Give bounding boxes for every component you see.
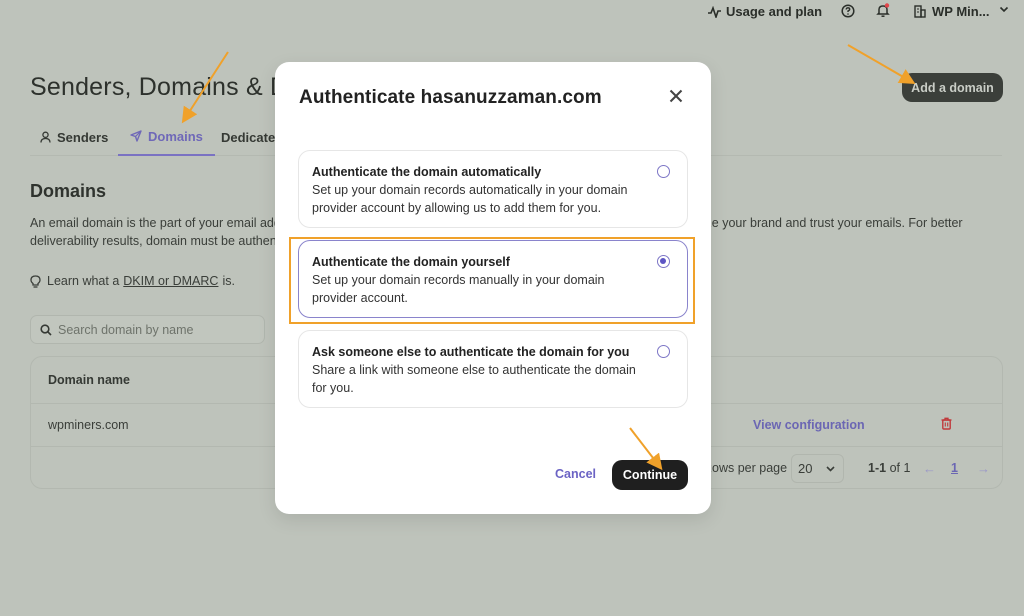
radio-button-checked[interactable]	[657, 255, 670, 268]
lightbulb-icon	[30, 274, 41, 288]
cancel-button[interactable]: Cancel	[555, 467, 596, 481]
tab-domains[interactable]: Domains	[118, 118, 215, 156]
learn-suffix: is.	[222, 274, 235, 288]
column-header-domain-name: Domain name	[48, 373, 130, 387]
chevron-down-icon	[999, 6, 1009, 13]
tab-senders[interactable]: Senders	[40, 118, 108, 156]
usage-and-plan-link[interactable]: Usage and plan	[708, 4, 822, 19]
add-domain-button[interactable]: Add a domain	[902, 73, 1003, 102]
continue-button[interactable]: Continue	[612, 460, 688, 490]
organization-name: WP Min...	[932, 4, 990, 19]
option-description: Set up your domain records automatically…	[312, 183, 628, 215]
send-icon	[130, 130, 142, 142]
user-icon	[40, 131, 51, 143]
range-suffix: of 1	[889, 461, 911, 475]
close-icon	[669, 89, 683, 102]
authenticate-domain-modal: Authenticate hasanuzzaman.com Authentica…	[275, 62, 711, 514]
dkim-dmarc-link[interactable]: DKIM or DMARC	[123, 274, 218, 288]
option-title: Ask someone else to authenticate the dom…	[312, 345, 630, 359]
trash-icon	[941, 417, 952, 430]
modal-title: Authenticate hasanuzzaman.com	[299, 87, 602, 108]
tab-domains-label: Domains	[148, 128, 203, 144]
help-button[interactable]	[841, 4, 855, 18]
option-title: Authenticate the domain yourself	[312, 255, 510, 269]
radio-button[interactable]	[657, 165, 670, 178]
next-page-button[interactable]: →	[977, 461, 990, 476]
previous-page-button[interactable]: ←	[923, 461, 936, 476]
search-icon	[40, 323, 52, 336]
radio-button[interactable]	[657, 345, 670, 358]
notifications-button[interactable]	[876, 3, 890, 18]
organization-dropdown-toggle[interactable]	[999, 6, 1009, 13]
rows-per-page-value: 20	[798, 461, 813, 476]
domain-name-cell: wpminers.com	[48, 418, 129, 432]
close-modal-button[interactable]	[666, 87, 686, 107]
option-title: Authenticate the domain automatically	[312, 165, 542, 179]
page-number-button[interactable]: 1	[951, 461, 958, 475]
learn-prefix: Learn what a	[47, 274, 120, 288]
option-authenticate-automatically[interactable]: Authenticate the domain automatically Se…	[298, 150, 688, 228]
search-box	[30, 315, 265, 344]
section-title: Domains	[30, 181, 107, 201]
tab-senders-label: Senders	[57, 129, 109, 145]
bell-icon	[876, 3, 890, 17]
option-authenticate-yourself[interactable]: Authenticate the domain yourself Set up …	[298, 240, 688, 318]
usage-label: Usage and plan	[726, 4, 823, 19]
activity-icon	[708, 5, 721, 18]
building-icon	[914, 5, 926, 18]
chevron-down-icon	[826, 466, 835, 472]
option-ask-someone-else[interactable]: Ask someone else to authenticate the dom…	[298, 330, 688, 408]
range-bold: 1-1	[868, 461, 887, 475]
rows-per-page-label: Rows per page	[703, 461, 788, 475]
rows-per-page-select[interactable]: 20	[791, 454, 844, 483]
arrow-to-add-domain	[847, 44, 916, 85]
option-description: Share a link with someone else to authen…	[312, 363, 636, 395]
option-description: Set up your domain records manually in y…	[312, 273, 605, 305]
organization-switcher[interactable]: WP Min...	[914, 4, 990, 19]
delete-domain-button[interactable]	[941, 417, 952, 435]
pagination-range: 1-1 of 1	[868, 461, 910, 475]
view-configuration-link[interactable]: View configuration	[753, 418, 865, 432]
learn-dkim-dmarc: Learn what a DKIM or DMARC is.	[30, 274, 235, 288]
search-domain-input[interactable]	[58, 322, 248, 337]
help-icon	[841, 4, 855, 18]
